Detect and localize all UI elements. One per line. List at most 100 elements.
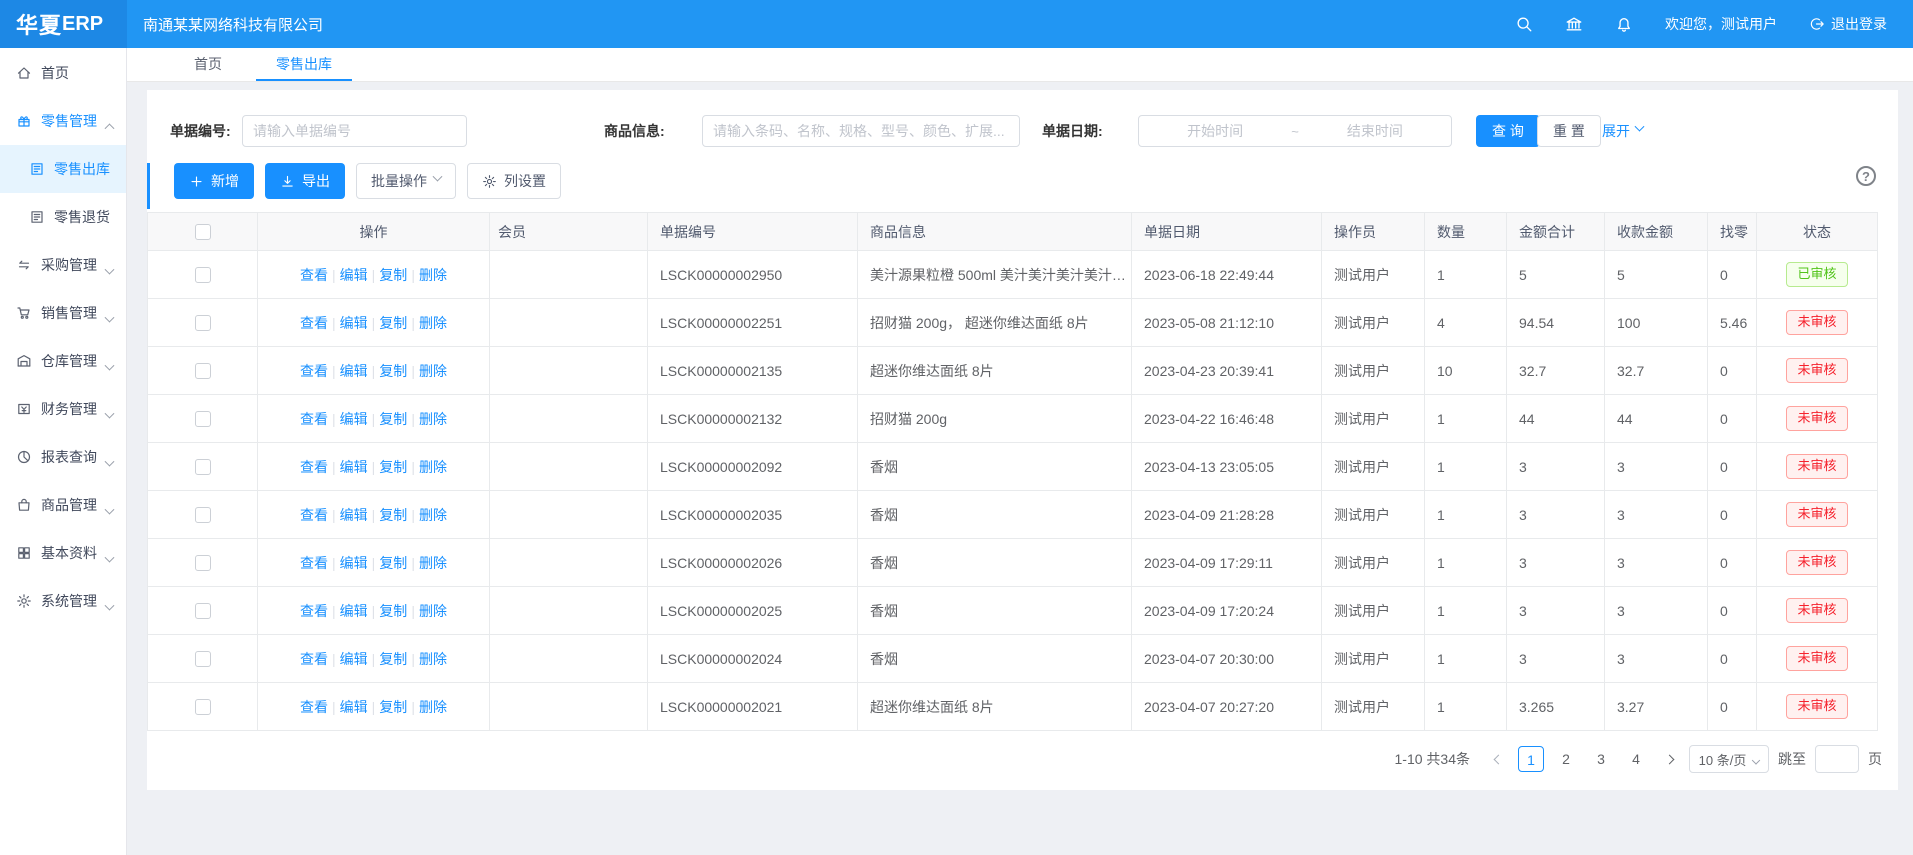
search-icon[interactable] (1515, 15, 1533, 33)
tab-home[interactable]: 首页 (174, 48, 242, 81)
col-header-total: 金额合计 (1507, 213, 1605, 251)
export-button[interactable]: 导出 (265, 163, 345, 199)
delete-link[interactable]: 删除 (419, 555, 447, 571)
delete-link[interactable]: 删除 (419, 363, 447, 379)
row-checkbox[interactable] (195, 699, 211, 715)
sidebar-item-sales-management[interactable]: 销售管理 (0, 289, 126, 337)
row-checkbox[interactable] (195, 555, 211, 571)
help-icon[interactable]: ? (1856, 166, 1876, 186)
sidebar-item-home[interactable]: 首页 (0, 49, 126, 97)
sidebar-item-retail-return[interactable]: 零售退货 (0, 193, 126, 241)
row-checkbox[interactable] (195, 507, 211, 523)
add-button[interactable]: 新增 (174, 163, 254, 199)
page-number[interactable]: 3 (1588, 746, 1614, 772)
page-number[interactable]: 1 (1518, 746, 1544, 772)
edit-link[interactable]: 编辑 (340, 315, 368, 331)
link-separator: | (332, 651, 336, 667)
view-link[interactable]: 查看 (300, 411, 328, 427)
sidebar-item-retail-management[interactable]: 零售管理 (0, 97, 126, 145)
edit-link[interactable]: 编辑 (340, 651, 368, 667)
edit-link[interactable]: 编辑 (340, 699, 368, 715)
qty-cell: 1 (1425, 587, 1507, 635)
copy-link[interactable]: 复制 (379, 507, 407, 523)
sidebar-item-purchase-management[interactable]: 采购管理 (0, 241, 126, 289)
delete-link[interactable]: 删除 (419, 603, 447, 619)
copy-link[interactable]: 复制 (379, 459, 407, 475)
view-link[interactable]: 查看 (300, 651, 328, 667)
jump-to-page-input[interactable] (1815, 745, 1859, 773)
row-checkbox[interactable] (195, 315, 211, 331)
copy-link[interactable]: 复制 (379, 699, 407, 715)
page-number[interactable]: 2 (1553, 746, 1579, 772)
delete-link[interactable]: 删除 (419, 267, 447, 283)
copy-link[interactable]: 复制 (379, 651, 407, 667)
view-link[interactable]: 查看 (300, 267, 328, 283)
sidebar-item-finance-management[interactable]: 财务管理 (0, 385, 126, 433)
logout-button[interactable]: 退出登录 (1809, 14, 1887, 34)
sidebar-item-goods-management[interactable]: 商品管理 (0, 481, 126, 529)
delete-link[interactable]: 删除 (419, 699, 447, 715)
sidebar-item-report-query[interactable]: 报表查询 (0, 433, 126, 481)
sidebar-item-warehouse-management[interactable]: 仓库管理 (0, 337, 126, 385)
copy-link[interactable]: 复制 (379, 363, 407, 379)
delete-link[interactable]: 删除 (419, 459, 447, 475)
page-size-select[interactable]: 10 条/页 (1689, 745, 1769, 773)
link-separator: | (411, 363, 415, 379)
delete-link[interactable]: 删除 (419, 315, 447, 331)
sidebar-item-retail-outbound[interactable]: 零售出库 (0, 145, 126, 193)
view-link[interactable]: 查看 (300, 507, 328, 523)
sidebar-item-basic-data[interactable]: 基本资料 (0, 529, 126, 577)
delete-link[interactable]: 删除 (419, 651, 447, 667)
row-checkbox[interactable] (195, 459, 211, 475)
row-checkbox[interactable] (195, 267, 211, 283)
row-checkbox[interactable] (195, 603, 211, 619)
tab-retail-outbound[interactable]: 零售出库 (256, 48, 352, 81)
edit-link[interactable]: 编辑 (340, 555, 368, 571)
view-link[interactable]: 查看 (300, 603, 328, 619)
row-checkbox[interactable] (195, 363, 211, 379)
bill-date-range-input[interactable]: 开始时间 ~ 结束时间 (1138, 115, 1452, 147)
row-checkbox[interactable] (195, 651, 211, 667)
search-button[interactable]: 查 询 (1476, 115, 1540, 147)
member-cell (490, 443, 648, 491)
delete-link[interactable]: 删除 (419, 507, 447, 523)
copy-link[interactable]: 复制 (379, 315, 407, 331)
copy-link[interactable]: 复制 (379, 603, 407, 619)
edit-link[interactable]: 编辑 (340, 459, 368, 475)
bell-icon[interactable] (1615, 15, 1633, 33)
table-row: 查看|编辑|复制|删除 LSCK00000002026 香烟 2023-04-0… (148, 539, 1878, 587)
row-actions: 查看|编辑|复制|删除 (258, 395, 490, 443)
welcome-user-text: 欢迎您，测试用户 (1665, 14, 1777, 34)
bill-no-input[interactable] (242, 115, 467, 147)
view-link[interactable]: 查看 (300, 555, 328, 571)
edit-link[interactable]: 编辑 (340, 507, 368, 523)
copy-link[interactable]: 复制 (379, 267, 407, 283)
company-name: 南通某某网络科技有限公司 (143, 14, 323, 35)
column-settings-button[interactable]: 列设置 (467, 163, 561, 199)
product-info-input[interactable] (702, 115, 1020, 147)
link-separator: | (411, 699, 415, 715)
page-number[interactable]: 4 (1623, 746, 1649, 772)
view-link[interactable]: 查看 (300, 699, 328, 715)
edit-link[interactable]: 编辑 (340, 363, 368, 379)
view-link[interactable]: 查看 (300, 459, 328, 475)
copy-link[interactable]: 复制 (379, 411, 407, 427)
sidebar-item-label: 销售管理 (41, 303, 97, 323)
batch-actions-button[interactable]: 批量操作 (356, 163, 456, 199)
expand-filters-link[interactable]: 展开 (1602, 115, 1643, 147)
view-link[interactable]: 查看 (300, 363, 328, 379)
sidebar-item-system-management[interactable]: 系统管理 (0, 577, 126, 625)
view-link[interactable]: 查看 (300, 315, 328, 331)
delete-link[interactable]: 删除 (419, 411, 447, 427)
reset-button[interactable]: 重 置 (1537, 115, 1601, 147)
received-cell: 3 (1605, 491, 1708, 539)
edit-link[interactable]: 编辑 (340, 267, 368, 283)
edit-link[interactable]: 编辑 (340, 603, 368, 619)
bank-icon[interactable] (1565, 15, 1583, 33)
edit-link[interactable]: 编辑 (340, 411, 368, 427)
select-all-checkbox[interactable] (195, 224, 211, 240)
next-page-icon[interactable] (1658, 746, 1680, 772)
copy-link[interactable]: 复制 (379, 555, 407, 571)
row-checkbox[interactable] (195, 411, 211, 427)
prev-page-icon[interactable] (1487, 746, 1509, 772)
